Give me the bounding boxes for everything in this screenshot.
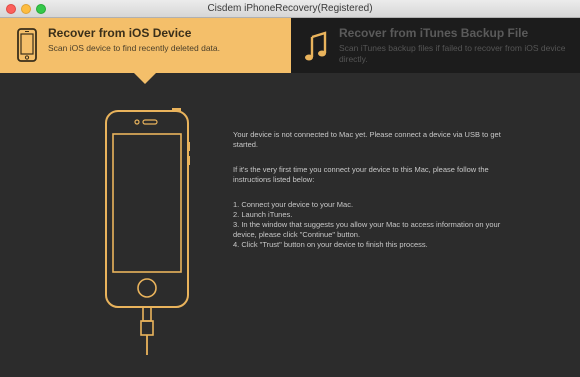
instruction-step: 1. Connect your device to your Mac. bbox=[233, 200, 354, 209]
iphone-icon bbox=[17, 28, 37, 62]
tab-itunes-description: Scan iTunes backup files if failed to re… bbox=[339, 43, 566, 64]
tab-itunes-title: Recover from iTunes Backup File bbox=[339, 26, 529, 40]
app-window: Cisdem iPhoneRecovery(Registered) Recove… bbox=[0, 0, 580, 377]
music-note-icon bbox=[305, 31, 327, 61]
title-bar: Cisdem iPhoneRecovery(Registered) bbox=[0, 0, 580, 18]
status-message: Your device is not connected to Mac yet.… bbox=[233, 130, 501, 149]
instruction-step: 4. Click "Trust" button on your device t… bbox=[233, 240, 428, 249]
connection-instructions: Your device is not connected to Mac yet.… bbox=[233, 130, 523, 250]
selected-tab-pointer bbox=[134, 73, 156, 84]
instruction-step: 3. In the window that suggests you allow… bbox=[233, 220, 501, 239]
tab-ios-description: Scan iOS device to find recently deleted… bbox=[48, 43, 220, 53]
tab-recover-from-ios-device[interactable]: Recover from iOS Device Scan iOS device … bbox=[0, 18, 291, 73]
mode-tabs: Recover from iOS Device Scan iOS device … bbox=[0, 18, 580, 73]
first-time-message: If it's the very first time you connect … bbox=[233, 165, 489, 184]
iphone-with-cable-icon bbox=[105, 108, 190, 355]
window-title: Cisdem iPhoneRecovery(Registered) bbox=[207, 3, 373, 14]
tab-recover-from-itunes-backup[interactable]: Recover from iTunes Backup File Scan iTu… bbox=[291, 18, 580, 73]
instruction-step: 2. Launch iTunes. bbox=[233, 210, 293, 219]
tab-ios-title: Recover from iOS Device bbox=[48, 26, 192, 40]
